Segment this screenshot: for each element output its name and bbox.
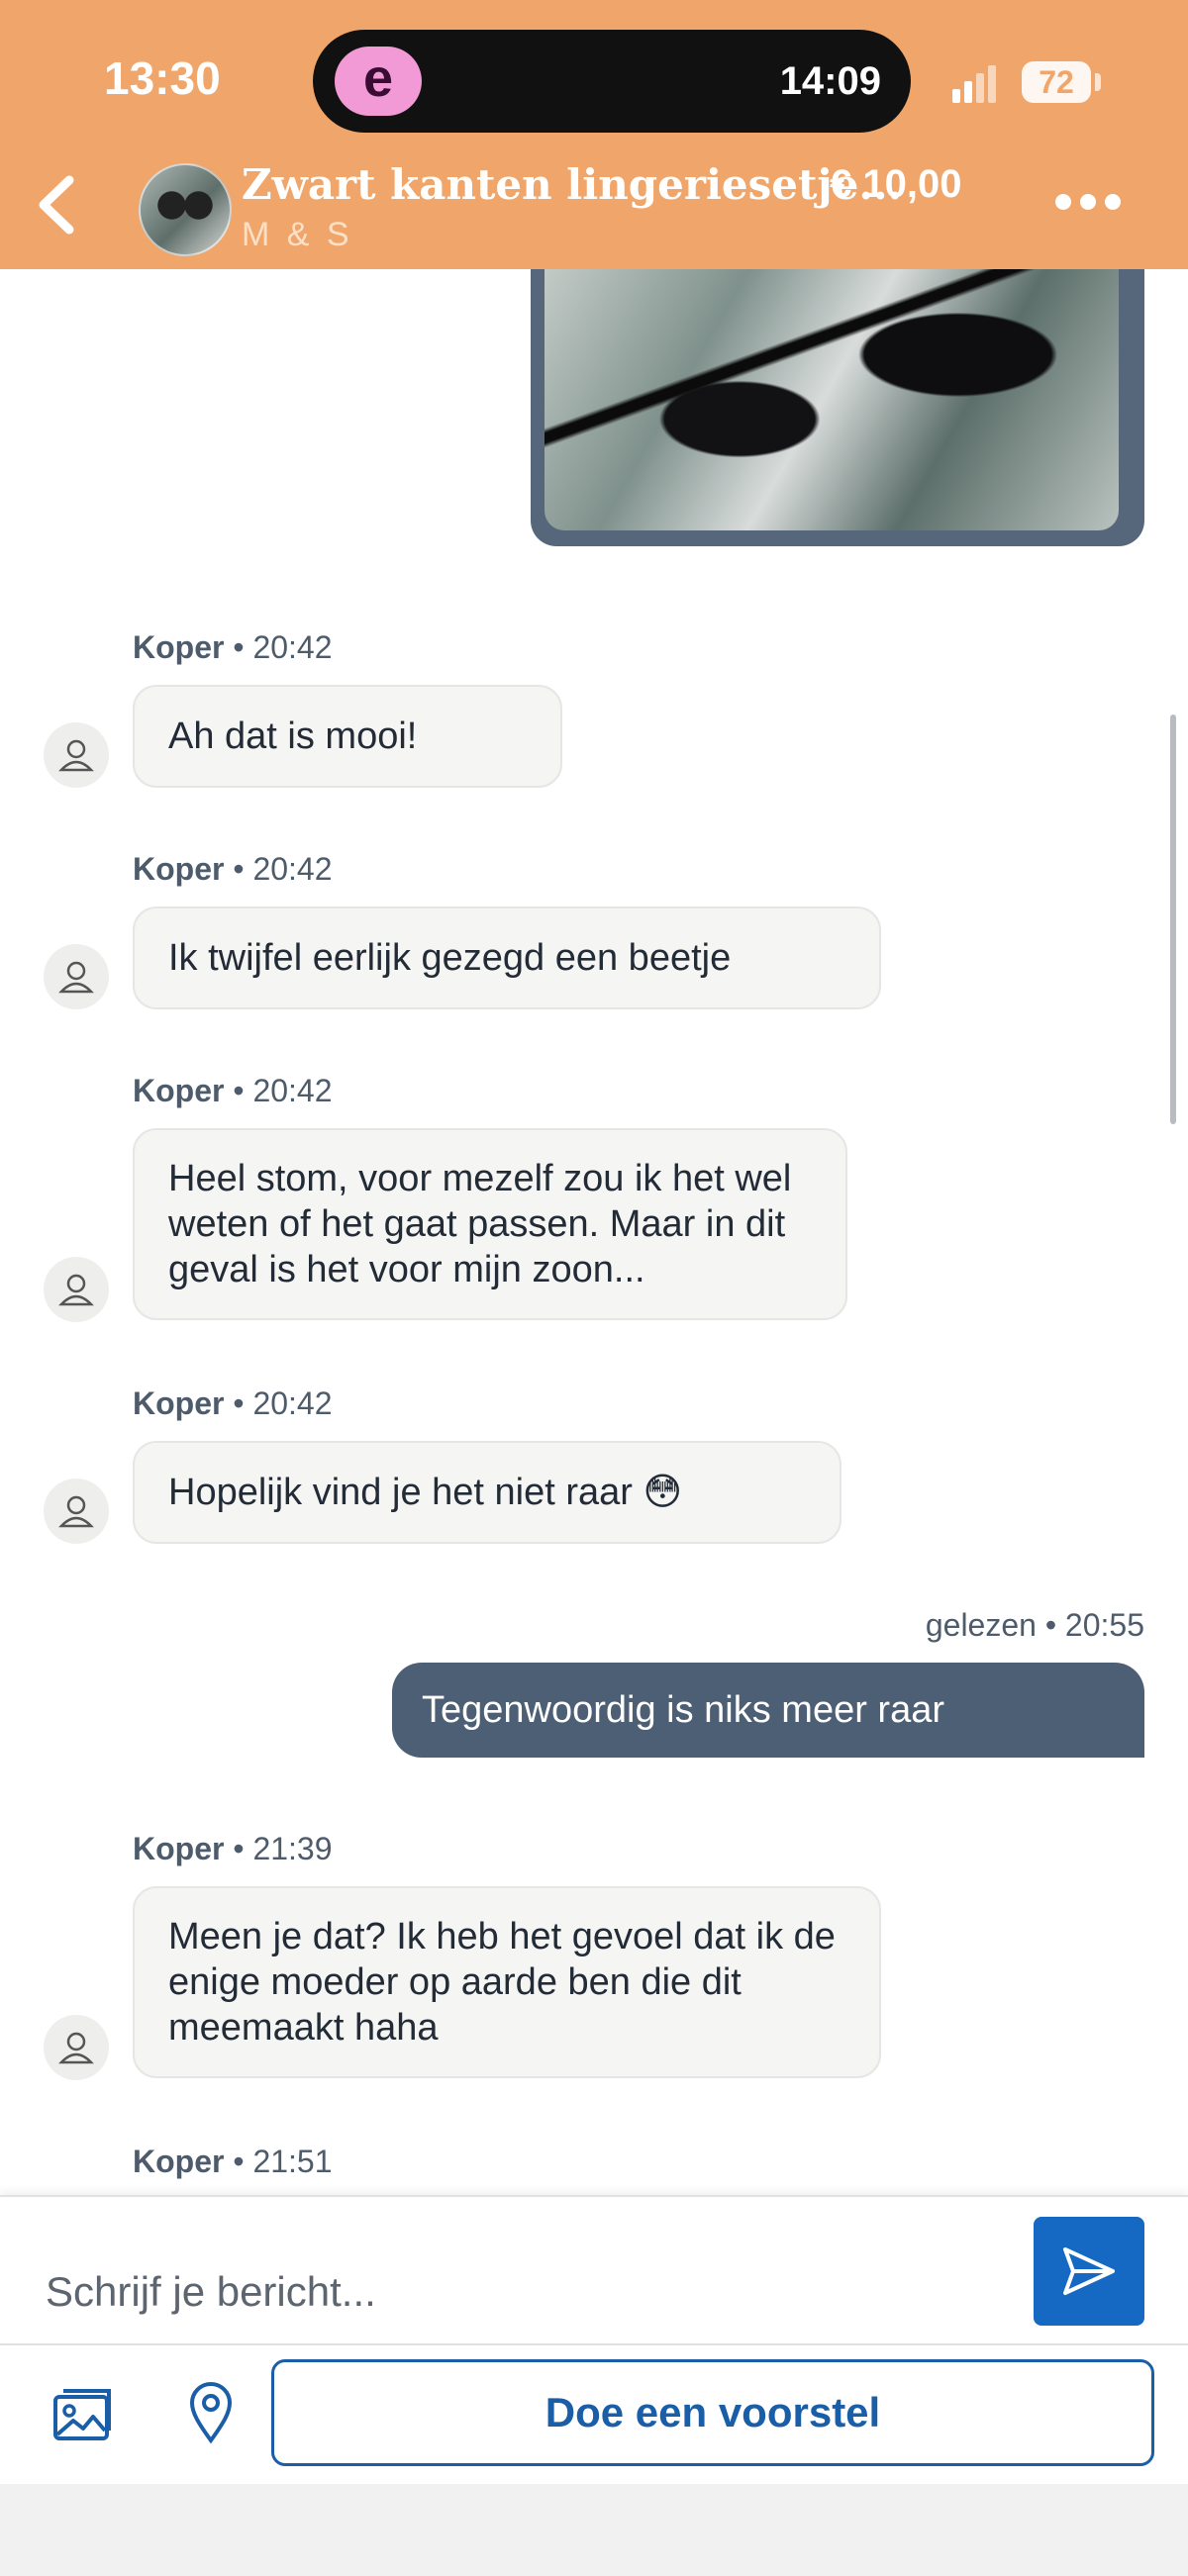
bottom-safe-area	[0, 2484, 1188, 2576]
incoming-message-bubble: Ah dat is mooi!	[133, 685, 562, 788]
incoming-message-bubble: Hopelijk vind je het niet raar 😳	[133, 1441, 842, 1544]
signal-icon	[952, 65, 996, 103]
outgoing-message-bubble: Tegenwoordig is niks meer raar	[392, 1663, 1144, 1758]
user-avatar-icon	[44, 1257, 109, 1322]
seller-name: M & S	[242, 216, 353, 253]
incoming-message-bubble: Heel stom, voor mezelf zou ik het wel we…	[133, 1128, 847, 1320]
image-gallery-icon[interactable]	[51, 2385, 115, 2444]
send-button[interactable]	[1034, 2217, 1144, 2326]
listing-price: € 10,00	[830, 162, 962, 206]
message-input[interactable]	[44, 2237, 998, 2347]
read-receipt: gelezen • 20:55	[925, 1607, 1144, 1643]
user-avatar-icon	[44, 944, 109, 1009]
make-offer-button[interactable]: Doe een voorstel	[271, 2359, 1154, 2466]
back-chevron-icon[interactable]	[28, 170, 87, 239]
message-meta: Koper • 20:42	[133, 851, 333, 887]
battery-indicator: 72	[1022, 61, 1091, 103]
incoming-message-bubble: Meen je dat? Ik heb het gevoel dat ik de…	[133, 1886, 881, 2078]
message-meta: Koper • 21:51	[133, 2144, 333, 2179]
top-bar: 13:30 e 14:09 72 Zwart kanten lingeriese…	[0, 0, 1188, 269]
island-app-icon: e	[335, 47, 422, 116]
user-avatar-icon	[44, 2015, 109, 2080]
battery-cap	[1095, 73, 1101, 91]
message-composer: Doe een voorstel	[0, 2195, 1188, 2576]
user-avatar-icon	[44, 722, 109, 788]
dynamic-island: e 14:09	[313, 30, 911, 133]
message-meta: Koper • 20:42	[133, 1385, 333, 1421]
send-icon	[1063, 2247, 1115, 2295]
chat-scrollbar[interactable]	[1170, 715, 1176, 1124]
user-avatar-icon	[44, 1479, 109, 1544]
message-meta: Koper • 20:42	[133, 629, 333, 665]
more-options-icon[interactable]	[1055, 194, 1131, 218]
composer-divider	[0, 2343, 1188, 2345]
sent-product-image[interactable]	[531, 238, 1144, 546]
incoming-message-bubble: Ik twijfel eerlijk gezegd een beetje	[133, 906, 881, 1009]
message-meta: Koper • 20:42	[133, 1073, 333, 1108]
lingerie-photo	[544, 238, 1119, 530]
message-meta: Koper • 21:39	[133, 1831, 333, 1866]
listing-thumbnail[interactable]	[139, 163, 232, 256]
island-time: 14:09	[779, 59, 881, 103]
location-pin-icon[interactable]	[188, 2381, 234, 2444]
listing-title[interactable]: Zwart kanten lingeriesetje...	[242, 160, 902, 209]
status-time: 13:30	[104, 52, 221, 104]
